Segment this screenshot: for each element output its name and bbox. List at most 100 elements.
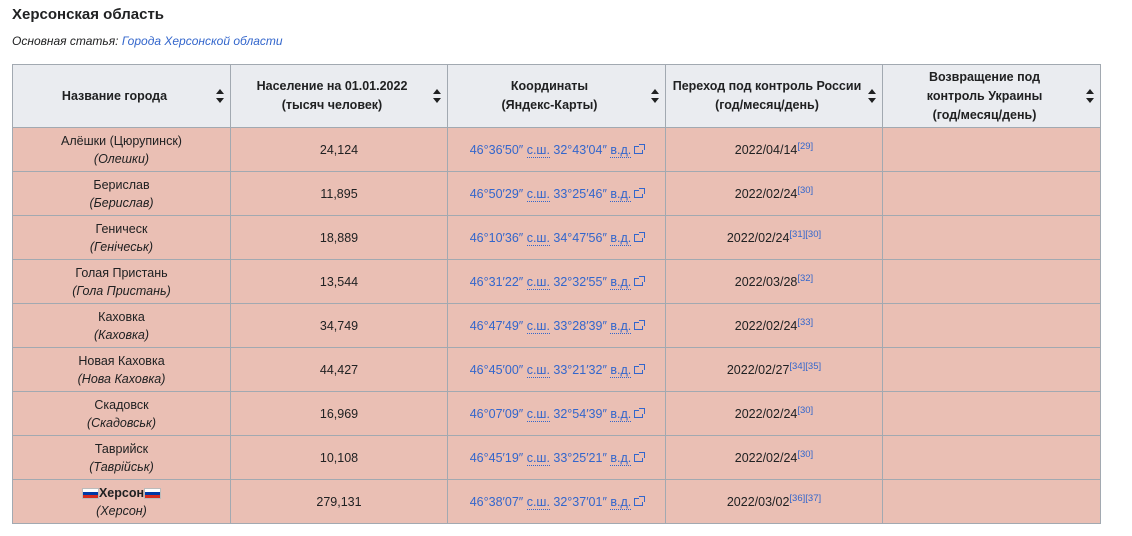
population-cell: 11,895 [230,171,448,216]
city-name-ukrainian: (Олешки) [93,151,150,166]
city-name-ukrainian: (Гола Пристань) [72,283,171,298]
coordinates-link[interactable]: 46°07′09″ с.ш. 32°54′39″ в.д. [470,406,646,422]
city-name: Геническ [95,221,148,236]
city-name-ukrainian: (Херсон) [96,503,147,518]
external-link-icon [634,188,646,199]
control-date-cell: 2022/02/24[30] [665,171,883,216]
city-name: Каховка [98,309,145,324]
external-link-icon [634,232,646,243]
city-cell: Скадовск (Скадовськ) [12,391,231,436]
reference-link[interactable]: [33] [797,316,813,327]
reference-link[interactable]: [31][30] [789,228,821,239]
city-name-ukrainian: (Нова Каховка) [77,371,166,386]
city-name: Берислав [93,177,150,192]
column-header-coordinates[interactable]: Координаты (Яндекс-Карты) [447,64,666,128]
coordinates-link[interactable]: 46°10′36″ с.ш. 34°47′56″ в.д. [470,230,646,246]
external-link-icon [634,408,646,419]
coordinates-link[interactable]: 46°45′19″ с.ш. 33°25′21″ в.д. [470,450,646,466]
city-cell: Каховка (Каховка) [12,303,231,348]
population-cell: 34,749 [230,303,448,348]
table-header-row: Название города Население на 01.01.2022 … [12,64,1101,128]
column-header-city[interactable]: Название города [12,64,231,128]
sort-icon[interactable] [868,89,876,103]
city-name-ukrainian: (Скадовськ) [86,415,157,430]
coordinates-cell: 46°38′07″ с.ш. 32°37′01″ в.д. [447,479,666,524]
content-area: Херсонская область Основная статья: Горо… [0,0,1132,49]
control-date-cell: 2022/04/14[29] [665,127,883,172]
column-header-russia-control[interactable]: Переход под контроль России (год/месяц/д… [665,64,883,128]
control-date: 2022/03/28 [734,274,798,289]
city-name-ukrainian: (Берислав) [89,195,154,210]
table-row: Каховка (Каховка) 34,749 46°47′49″ с.ш. 33°… [12,303,1101,348]
coordinates-cell: 46°10′36″ с.ш. 34°47′56″ в.д. [447,215,666,260]
city-name[interactable]: Херсон [99,486,144,500]
reference-link[interactable]: [30] [797,448,813,459]
reference-link[interactable]: [30] [797,404,813,415]
control-date-cell: 2022/03/28[32] [665,259,883,304]
external-link-icon [634,452,646,463]
city-cell: Таврийск (Таврійськ) [12,435,231,480]
return-date-cell [882,391,1101,436]
sort-icon[interactable] [651,89,659,103]
population-cell: 24,124 [230,127,448,172]
city-name: Таврийск [94,441,149,456]
population-cell: 18,889 [230,215,448,260]
table-row: Скадовск (Скадовськ) 16,969 46°07′09″ с.ш. … [12,391,1101,436]
population-cell: 10,108 [230,435,448,480]
control-date-cell: 2022/02/24[31][30] [665,215,883,260]
control-date-cell: 2022/02/24[30] [665,391,883,436]
coordinates-link[interactable]: 46°36′50″ с.ш. 32°43′04″ в.д. [470,142,646,158]
population-cell: 44,427 [230,347,448,392]
city-cell: Новая Каховка (Нова Каховка) [12,347,231,392]
reference-link[interactable]: [32] [797,272,813,283]
reference-link[interactable]: [30] [797,184,813,195]
population-cell: 279,131 [230,479,448,524]
return-date-cell [882,435,1101,480]
return-date-cell [882,259,1101,304]
coordinates-link[interactable]: 46°31′22″ с.ш. 32°32′55″ в.д. [470,274,646,290]
city-name: Голая Пристань [75,265,168,280]
control-date: 2022/02/24 [734,450,798,465]
external-link-icon [634,496,646,507]
reference-link[interactable]: [34][35] [789,360,821,371]
coordinates-cell: 46°47′49″ с.ш. 33°28′39″ в.д. [447,303,666,348]
population-cell: 16,969 [230,391,448,436]
city-name-ukrainian: (Генічеськ) [89,239,154,254]
population-cell: 13,544 [230,259,448,304]
control-date-cell: 2022/02/24[33] [665,303,883,348]
city-cell: Берислав (Берислав) [12,171,231,216]
return-date-cell [882,215,1101,260]
section-heading: Херсонская область [12,6,165,23]
hatnote-prefix: Основная статья: [12,34,122,48]
column-header-population[interactable]: Население на 01.01.2022 (тысяч человек) [230,64,448,128]
control-date-cell: 2022/02/27[34][35] [665,347,883,392]
coordinates-cell: 46°07′09″ с.ш. 32°54′39″ в.д. [447,391,666,436]
external-link-icon [634,276,646,287]
coordinates-link[interactable]: 46°47′49″ с.ш. 33°28′39″ в.д. [470,318,646,334]
cities-table: Название города Население на 01.01.2022 … [12,64,1101,524]
control-date: 2022/02/27 [726,362,790,377]
coordinates-link[interactable]: 46°45′00″ с.ш. 33°21′32″ в.д. [470,362,646,378]
city-name: Скадовск [94,397,149,412]
table-row: Геническ (Генічеськ) 18,889 46°10′36″ с.ш. … [12,215,1101,260]
table-row: Таврийск (Таврійськ) 10,108 46°45′19″ с.ш. … [12,435,1101,480]
reference-link[interactable]: [29] [797,140,813,151]
sort-icon[interactable] [433,89,441,103]
external-link-icon [634,364,646,375]
main-article-link[interactable]: Города Херсонской области [122,34,283,48]
column-header-ukraine-return[interactable]: Возвращение под контроль Украины (год/ме… [882,64,1101,128]
city-cell: Геническ (Генічеськ) [12,215,231,260]
control-date-cell: 2022/03/02[36][37] [665,479,883,524]
russia-flag-icon [81,487,99,499]
coordinates-link[interactable]: 46°50′29″ с.ш. 33°25′46″ в.д. [470,186,646,202]
external-link-icon [634,320,646,331]
table-row: Алёшки (Цюрупинск) (Олешки) 24,124 46°36′50… [12,127,1101,172]
sort-icon[interactable] [1086,89,1094,103]
city-cell: Алёшки (Цюрупинск) (Олешки) [12,127,231,172]
coordinates-cell: 46°31′22″ с.ш. 32°32′55″ в.д. [447,259,666,304]
control-date: 2022/03/02 [726,494,790,509]
return-date-cell [882,171,1101,216]
sort-icon[interactable] [216,89,224,103]
coordinates-link[interactable]: 46°38′07″ с.ш. 32°37′01″ в.д. [470,494,646,510]
reference-link[interactable]: [36][37] [789,492,821,503]
